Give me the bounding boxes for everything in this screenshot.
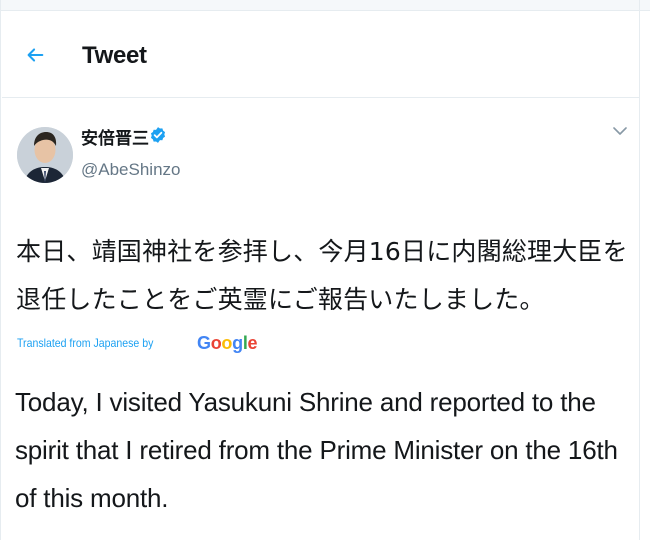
tweet-text-japanese-line: 退任したことをご英霊にご報告いたしました。: [16, 285, 545, 314]
google-logo: Google: [197, 333, 258, 353]
author-handle[interactable]: @AbeShinzo: [81, 160, 181, 180]
tweet-text-english: Today, I visited Yasukuni Shrine and rep…: [15, 387, 618, 513]
chevron-down-icon[interactable]: [611, 124, 629, 138]
tweet-column: Tweet 安倍晋三 @AbeShinzo 本日、靖国神社を参拝し、今月16日に…: [0, 0, 640, 540]
arrow-left-icon[interactable]: [24, 44, 46, 66]
page-header: Tweet: [2, 11, 640, 98]
author-name[interactable]: 安倍晋三: [81, 124, 149, 149]
avatar[interactable]: [17, 115, 73, 195]
page-title: Tweet: [82, 42, 147, 69]
tweet-text-japanese: 本日、靖国神社を参拝し、今月16日に内閣総理大臣を 退任したことをご英霊にご報告…: [16, 228, 636, 324]
verified-badge-icon: [150, 127, 166, 143]
translated-from-label[interactable]: Translated from Japanese by: [17, 336, 153, 350]
tweet-text-japanese-line: 本日、靖国神社を参拝し、今月16日に内閣総理大臣を: [16, 237, 628, 266]
